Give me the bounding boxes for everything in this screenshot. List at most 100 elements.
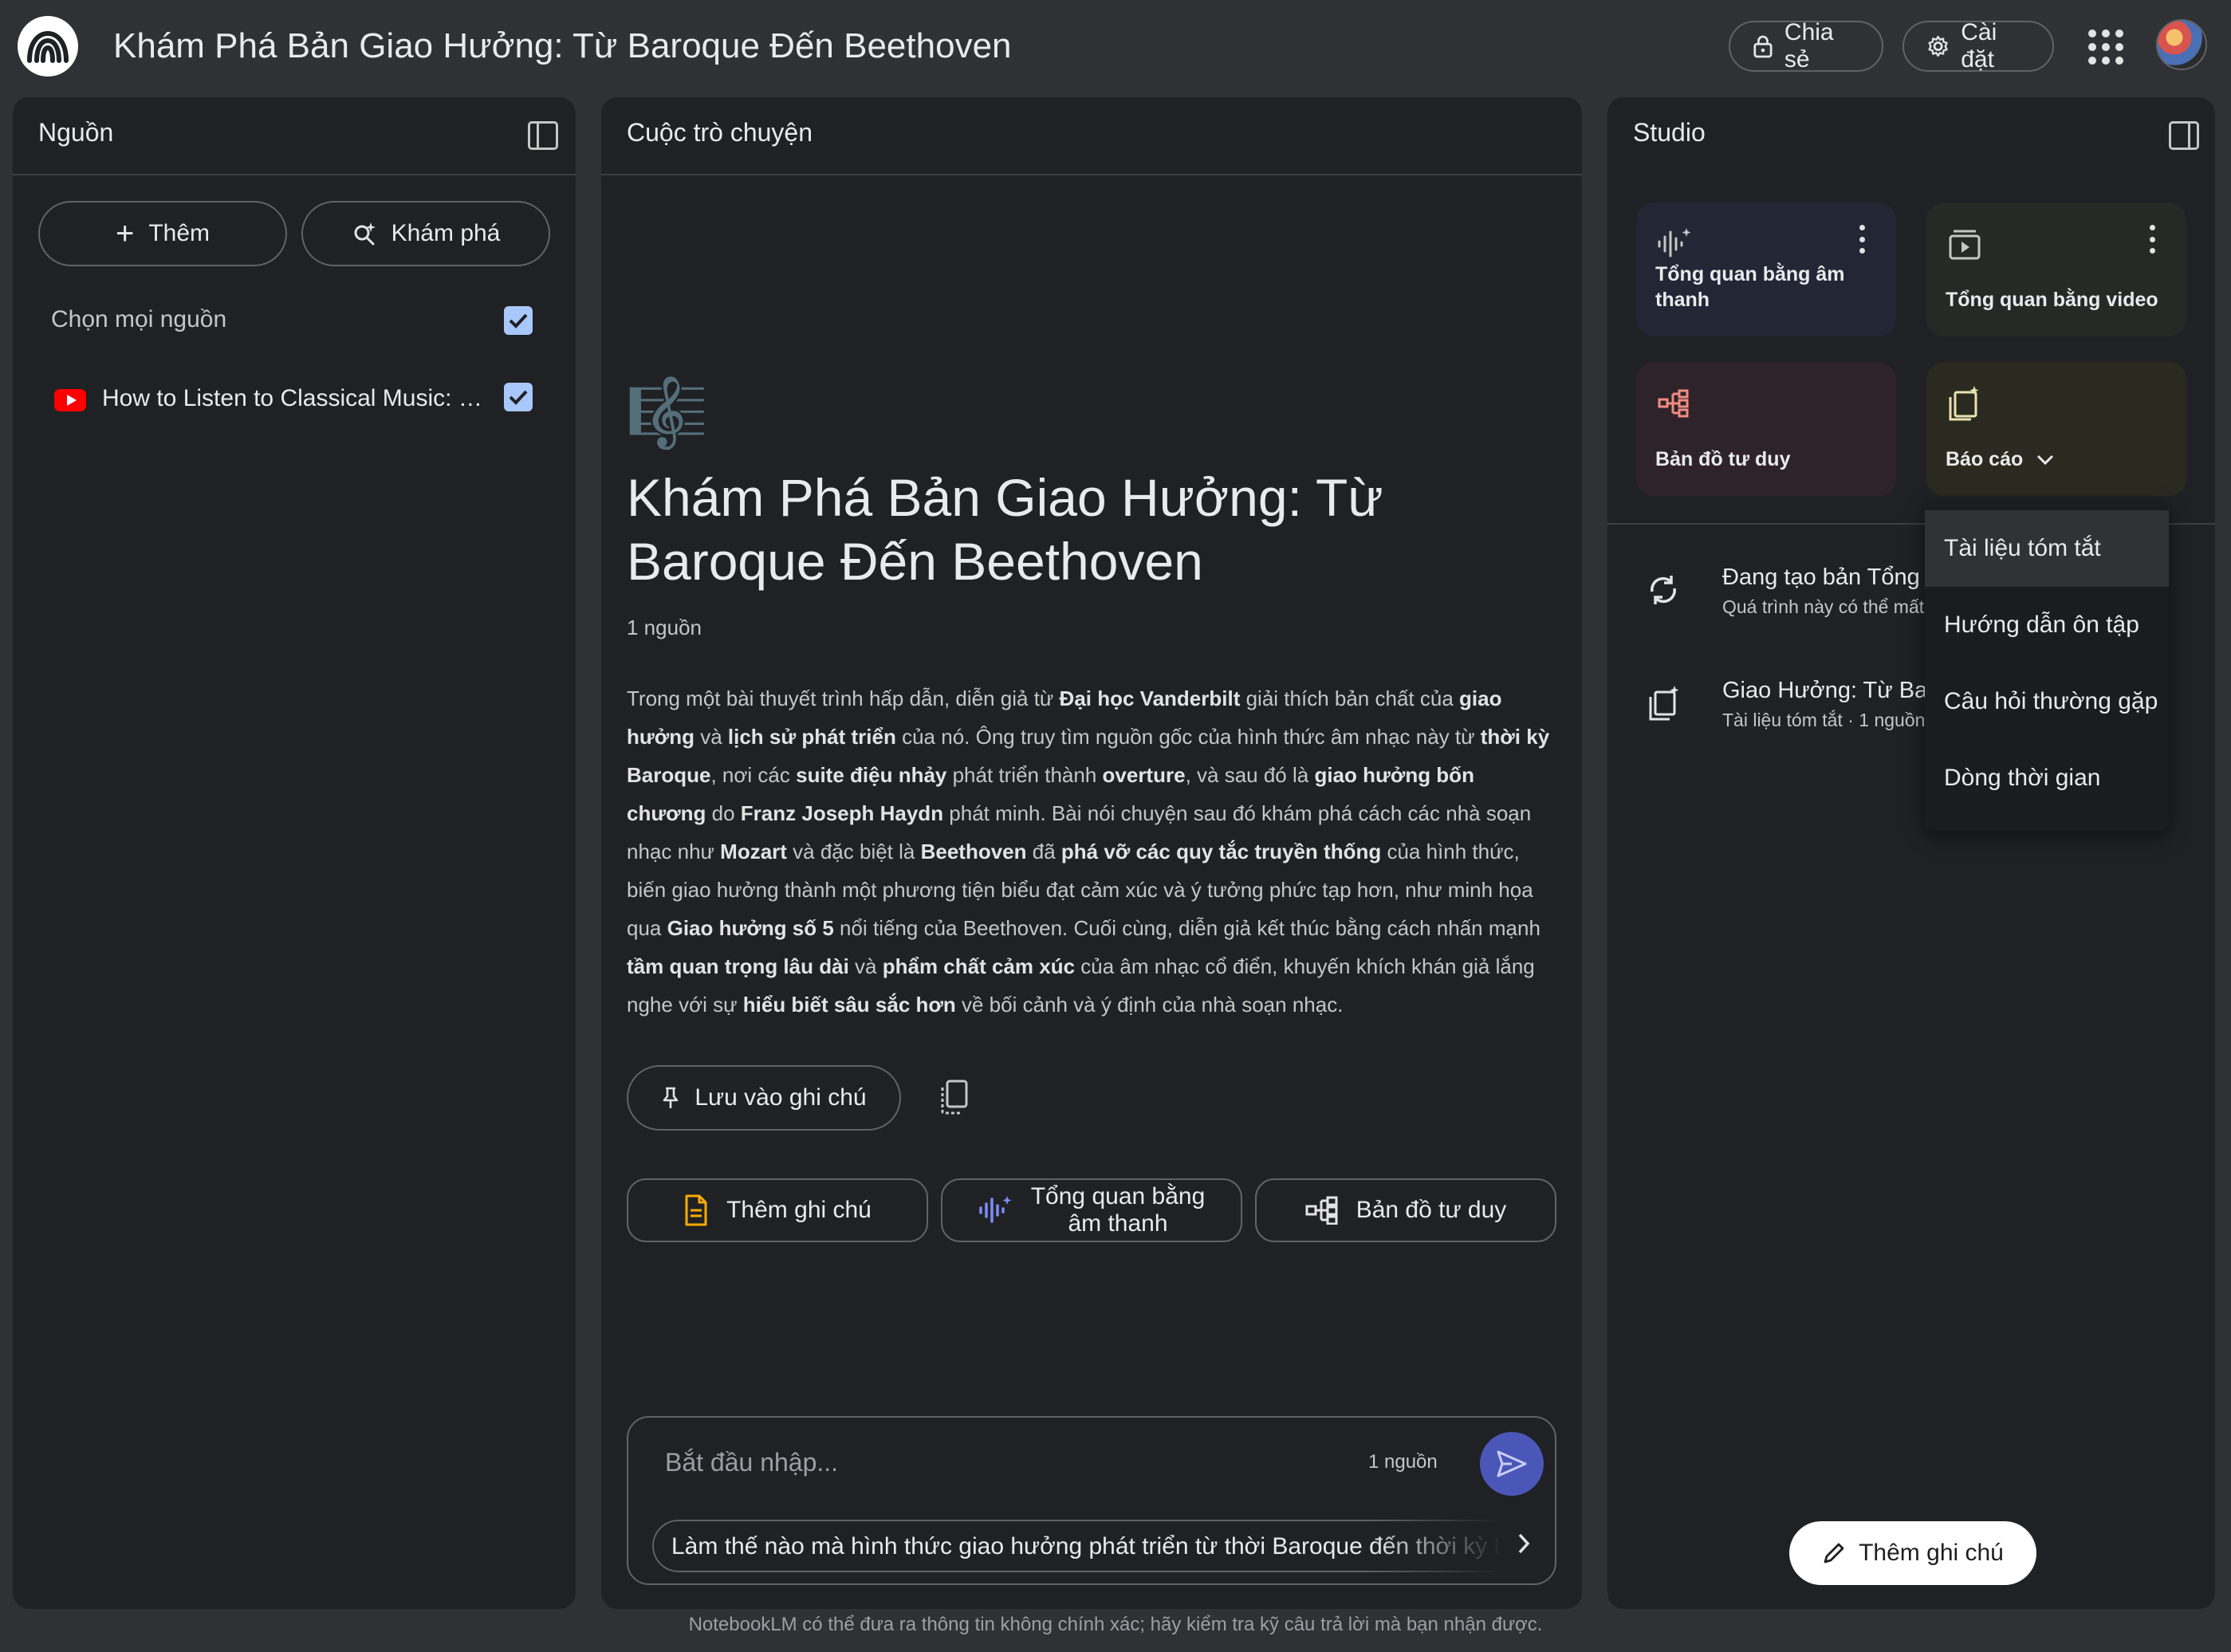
share-button[interactable]: Chia sẻ	[1729, 19, 1883, 73]
composer-source-count: 1 nguồn	[1368, 1451, 1438, 1473]
discover-sources-button[interactable]: Khám phá	[301, 201, 550, 266]
summary-text-segment: nổi tiếng của Beethoven. Cuối cùng, diễn…	[833, 916, 1540, 940]
lock-icon	[1753, 35, 1773, 58]
summary-text-segment: đã	[1026, 840, 1061, 863]
select-all-sources-label: Chọn mọi nguồn	[51, 306, 227, 332]
footer-disclaimer: NotebookLM có thể đưa ra thông tin không…	[688, 1614, 1543, 1635]
youtube-icon	[54, 389, 86, 411]
chat-panel: Cuộc trò chuyện 🎼 Khám Phá Bản Giao Hưởn…	[601, 97, 1582, 1609]
audio-overview-card[interactable]: Tổng quan bằng âm thanh	[1636, 203, 1896, 336]
more-options-icon[interactable]	[2150, 225, 2156, 254]
audio-overview-action-button[interactable]: Tổng quan bằng âm thanh	[941, 1178, 1242, 1242]
sources-header: Nguồn	[13, 97, 576, 175]
source-item-title[interactable]: How to Listen to Classical Music: Sy...	[102, 383, 490, 415]
report-card[interactable]: Báo cáo	[1926, 362, 2186, 496]
chat-input[interactable]	[665, 1442, 1271, 1483]
summary-text-segment: và đặc biệt là	[786, 840, 921, 863]
summary-highlight: Mozart	[720, 840, 787, 863]
video-icon	[1949, 230, 1981, 260]
checkmark-icon	[509, 390, 528, 405]
add-source-label: Thêm	[148, 220, 211, 246]
summary-highlight: overture	[1102, 763, 1186, 787]
summary-highlight: tầm quan trọng lâu dài	[627, 954, 849, 978]
summary-text-segment: của nó. Ông truy tìm nguồn gốc của hình …	[895, 725, 1481, 749]
gear-icon	[1928, 35, 1948, 57]
summary-text-segment: , và sau đó là	[1185, 763, 1315, 787]
summary-text-segment: do	[706, 801, 741, 825]
audio-overview-action-label: Tổng quan bằng âm thanh	[1030, 1183, 1206, 1237]
save-to-note-button[interactable]: Lưu vào ghi chú	[627, 1065, 901, 1131]
avatar[interactable]	[2156, 19, 2207, 70]
report-icon	[1949, 386, 1979, 421]
mind-map-action-button[interactable]: Bản đồ tư duy	[1255, 1178, 1556, 1242]
more-options-icon[interactable]	[1859, 225, 1866, 254]
summary-text-segment: Trong một bài thuyết trình hấp dẫn, diễn…	[627, 686, 1060, 710]
summary-highlight: suite điệu nhảy	[796, 763, 947, 787]
search-sparkle-icon	[354, 222, 376, 246]
discover-label: Khám phá	[391, 220, 501, 246]
mind-map-card[interactable]: Bản đồ tư duy	[1636, 362, 1896, 496]
summary-highlight: Giao hưởng số 5	[667, 916, 834, 940]
share-label: Chia sẻ	[1784, 19, 1834, 73]
source-count: 1 nguồn	[627, 616, 702, 639]
notebooklm-logo-icon[interactable]	[18, 16, 78, 77]
summary-highlight: Beethoven	[920, 840, 1027, 863]
studio-header: Studio	[1607, 97, 2215, 175]
chat-header: Cuộc trò chuyện	[601, 97, 1582, 175]
chat-title: Cuộc trò chuyện	[627, 118, 813, 147]
summary-highlight: phẩm chất cảm xúc	[882, 954, 1076, 978]
audio-waveform-icon	[1658, 228, 1691, 258]
notebook-heading: Khám Phá Bản Giao Hưởng: Từ Baroque Đến …	[627, 468, 1383, 591]
audio-waveform-icon	[979, 1196, 1012, 1223]
studio-panel: Studio Tổng quan bằng âm thanh Tổng quan…	[1607, 97, 2215, 1609]
collapse-panel-icon[interactable]	[528, 121, 558, 150]
report-card-label: Báo cáo	[1946, 446, 2161, 472]
report-item-subtitle: Tài liệu tóm tắt · 1 nguồn	[1722, 710, 1926, 730]
settings-button[interactable]: Cài đặt	[1902, 19, 2054, 73]
select-all-checkbox[interactable]	[504, 306, 533, 335]
report-icon	[1649, 686, 1679, 721]
menu-item-briefing-doc[interactable]: Tài liệu tóm tắt	[1925, 510, 2169, 587]
collapse-panel-icon[interactable]	[2169, 121, 2199, 150]
notebook-summary: Trong một bài thuyết trình hấp dẫn, diễn…	[627, 679, 1552, 1024]
studio-add-note-button[interactable]: Thêm ghi chú	[1789, 1521, 2036, 1585]
audio-overview-card-label: Tổng quan bằng âm thanh	[1655, 263, 1845, 311]
copy-icon[interactable]	[938, 1078, 970, 1116]
add-source-button[interactable]: + Thêm	[38, 201, 287, 266]
note-icon	[685, 1194, 707, 1226]
summary-highlight: Franz Joseph Haydn	[740, 801, 944, 825]
add-note-action-label: Thêm ghi chú	[726, 1197, 872, 1223]
save-note-label: Lưu vào ghi chú	[694, 1084, 867, 1111]
summary-highlight: hiểu biết sâu sắc hơn	[742, 993, 956, 1017]
summary-highlight: phá vỡ các quy tắc truyền thống	[1060, 840, 1382, 863]
send-button[interactable]	[1480, 1432, 1544, 1496]
sources-title: Nguồn	[38, 118, 114, 147]
apps-grid-icon[interactable]	[2081, 24, 2131, 70]
notebook-title[interactable]: Khám Phá Bản Giao Hưởng: Từ Baroque Đến …	[113, 22, 1012, 70]
menu-item-timeline[interactable]: Dòng thời gian	[1925, 740, 2169, 816]
sources-panel: Nguồn + Thêm Khám phá Chọn mọi nguồn How…	[13, 97, 576, 1609]
add-note-action-button[interactable]: Thêm ghi chú	[627, 1178, 928, 1242]
menu-item-faq[interactable]: Câu hỏi thường gặp	[1925, 663, 2169, 740]
plus-icon: +	[115, 216, 135, 251]
pin-icon	[663, 1087, 679, 1108]
send-icon	[1497, 1450, 1527, 1477]
summary-text-segment: , nơi các	[710, 763, 797, 787]
video-overview-card-label: Tổng quan bằng video	[1946, 289, 2158, 311]
chevron-down-icon[interactable]	[2036, 453, 2055, 466]
summary-text-segment: về bối cảnh và ý định của nhà soạn nhạc.	[955, 993, 1344, 1017]
mind-map-icon	[1305, 1196, 1338, 1225]
summary-text-segment: giải thích bản chất của	[1240, 686, 1459, 710]
studio-title: Studio	[1633, 118, 1706, 147]
summary-text-segment: phát triển thành	[946, 763, 1103, 787]
report-type-menu: Tài liệu tóm tắt Hướng dẫn ôn tập Câu hỏ…	[1925, 502, 2169, 831]
chevron-right-icon[interactable]	[1499, 1515, 1548, 1572]
chat-composer: 1 nguồn Làm thế nào mà hình thức giao hư…	[627, 1416, 1556, 1585]
mind-map-icon	[1658, 389, 1689, 418]
menu-item-study-guide[interactable]: Hướng dẫn ôn tập	[1925, 587, 2169, 663]
source-item-checkbox[interactable]	[504, 383, 533, 411]
sync-icon	[1651, 576, 1676, 604]
checkmark-icon	[509, 313, 528, 328]
video-overview-card[interactable]: Tổng quan bằng video	[1926, 203, 2186, 336]
suggested-question-chip[interactable]: Làm thế nào mà hình thức giao hưởng phát…	[652, 1520, 1529, 1572]
